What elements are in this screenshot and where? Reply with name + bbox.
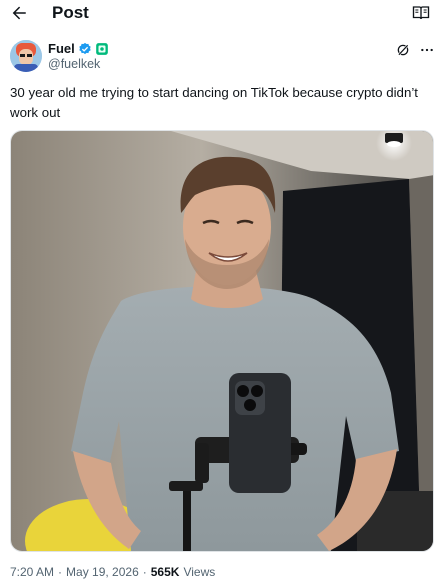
post-date[interactable]: May 19, 2026 [66, 565, 139, 579]
tweet-text: 30 year old me trying to start dancing o… [10, 85, 418, 120]
post-meta: 7:20 AM · May 19, 2026 · 565K Views [10, 565, 215, 579]
book-open-icon[interactable] [412, 5, 430, 21]
display-name[interactable]: Fuel [48, 41, 75, 56]
author-row: Fuel @fuelkek [10, 40, 434, 76]
handle[interactable]: @fuelkek [48, 57, 100, 71]
video-frame [11, 131, 433, 551]
verified-badge-icon [79, 42, 91, 54]
more-icon[interactable] [420, 43, 434, 57]
top-bar: Post [0, 0, 444, 30]
post-time[interactable]: 7:20 AM [10, 565, 54, 579]
separator-dot: · [58, 565, 63, 579]
separator-dot: · [142, 565, 147, 579]
video-player[interactable] [10, 130, 434, 552]
views-label: Views [183, 565, 216, 579]
arrow-left-icon[interactable] [10, 4, 28, 22]
grok-icon[interactable] [396, 43, 410, 57]
name-row: Fuel [48, 41, 109, 56]
avatar[interactable] [10, 40, 42, 72]
views-count: 565K [150, 565, 180, 579]
affiliate-badge-icon[interactable] [95, 42, 109, 56]
page-title: Post [52, 3, 89, 22]
